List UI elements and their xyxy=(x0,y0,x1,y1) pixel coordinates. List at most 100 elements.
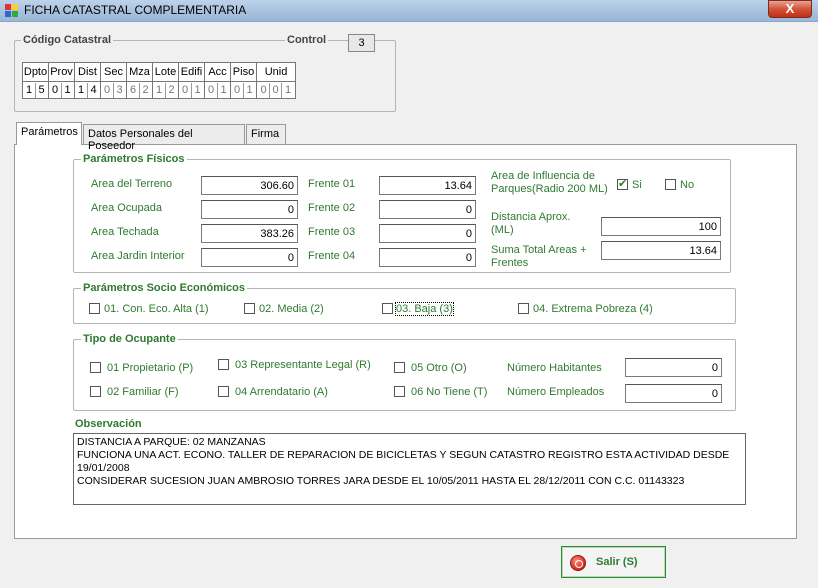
codigo-header-cell: Acc xyxy=(204,62,231,82)
frente02-label: Frente 02 xyxy=(308,202,356,214)
ocupante-arrendatario-label: 04 Arrendatario (A) xyxy=(235,386,328,398)
codigo-digit: 0 xyxy=(206,82,218,98)
area-ocupada-input[interactable]: 0 xyxy=(201,200,298,219)
codigo-header-cell: Dist xyxy=(74,62,101,82)
control-label: Control xyxy=(285,34,329,46)
codigo-digit-cell[interactable]: 001 xyxy=(256,81,296,99)
codigo-header-cell: Lote xyxy=(152,62,179,82)
numero-empleados-label: Número Empleados xyxy=(507,386,605,398)
tipo-ocupante-legend: Tipo de Ocupante xyxy=(81,333,178,345)
codigo-digit: 1 xyxy=(246,83,253,96)
distancia-label-2: (ML) xyxy=(491,224,514,236)
codigo-digit-cell[interactable]: 14 xyxy=(74,81,101,99)
codigo-digit: 0 xyxy=(50,82,62,98)
observacion-label: Observación xyxy=(75,418,142,430)
frente03-label: Frente 03 xyxy=(308,226,356,238)
influencia-label-2: Parques(Radio 200 ML) xyxy=(491,183,608,195)
area-techada-input[interactable]: 383.26 xyxy=(201,224,298,243)
frente01-input[interactable]: 13.64 xyxy=(379,176,476,195)
socio-economicos-legend: Parámetros Socio Económicos xyxy=(81,282,247,294)
observacion-line: CONSIDERAR SUCESION JUAN AMBROSIO TORRES… xyxy=(77,475,685,487)
codigo-digit: 2 xyxy=(168,83,175,96)
codigo-digit: 1 xyxy=(64,83,71,96)
si-label: Si xyxy=(632,179,642,191)
close-button[interactable]: X xyxy=(768,0,812,18)
observacion-textarea[interactable]: DISTANCIA A PARQUE: 02 MANZANAS FUNCIONA… xyxy=(73,433,746,505)
codigo-header-cell: Prov xyxy=(48,62,75,82)
area-terreno-label: Area del Terreno xyxy=(91,178,173,190)
codigo-digit: 3 xyxy=(116,83,123,96)
codigo-digit: 1 xyxy=(220,83,227,96)
area-ocupada-label: Area Ocupada xyxy=(91,202,162,214)
distancia-label: Distancia Aprox. xyxy=(491,211,571,223)
numero-habitantes-label: Número Habitantes xyxy=(507,362,602,374)
numero-empleados-input[interactable]: 0 xyxy=(625,384,722,403)
area-terreno-input[interactable]: 306.60 xyxy=(201,176,298,195)
no-checkbox[interactable] xyxy=(665,179,676,190)
codigo-digit-cell[interactable]: 62 xyxy=(126,81,153,99)
codigo-digit: 1 xyxy=(284,83,292,96)
tab-datos-personales[interactable]: Datos Personales del Poseedor xyxy=(83,124,245,152)
codigo-digit-cell[interactable]: 01 xyxy=(204,81,231,99)
ocupante-otro-checkbox[interactable] xyxy=(394,362,405,373)
codigo-digit-cell[interactable]: 01 xyxy=(178,81,205,99)
codigo-digit: 4 xyxy=(90,83,97,96)
codigo-digit-cell[interactable]: 15 xyxy=(22,81,49,99)
distancia-input[interactable]: 100 xyxy=(601,217,721,236)
salir-button[interactable]: Salir (S) xyxy=(561,546,666,578)
ocupante-no-tiene-checkbox[interactable] xyxy=(394,386,405,397)
suma-total-input[interactable]: 13.64 xyxy=(601,241,721,260)
observacion-line: FUNCIONA UNA ACT. ECONO. TALLER DE REPAR… xyxy=(77,449,730,461)
frente04-label: Frente 04 xyxy=(308,250,356,262)
app-icon xyxy=(5,4,19,18)
socio-extrema-checkbox[interactable] xyxy=(518,303,529,314)
frente03-input[interactable]: 0 xyxy=(379,224,476,243)
codigo-digit: 1 xyxy=(194,83,201,96)
codigo-digit: 0 xyxy=(258,82,270,98)
socio-alta-checkbox[interactable] xyxy=(89,303,100,314)
ocupante-representante-checkbox[interactable] xyxy=(218,359,229,370)
ocupante-arrendatario-checkbox[interactable] xyxy=(218,386,229,397)
no-label: No xyxy=(680,179,695,191)
frente01-label: Frente 01 xyxy=(308,178,356,190)
tab-firma[interactable]: Firma xyxy=(246,124,286,144)
codigo-digit: 5 xyxy=(38,83,45,96)
codigo-digit-cell[interactable]: 12 xyxy=(152,81,179,99)
suma-total-label: Suma Total Areas + xyxy=(491,244,587,256)
codigo-digit: 6 xyxy=(128,82,140,98)
codigo-digit: 0 xyxy=(232,82,244,98)
codigo-header-cell: Dpto xyxy=(22,62,49,82)
codigo-header-cell: Piso xyxy=(230,62,257,82)
socio-extrema-label: 04. Extrema Pobreza (4) xyxy=(533,303,653,315)
socio-alta-label: 01. Con. Eco. Alta (1) xyxy=(104,303,209,315)
frente02-input[interactable]: 0 xyxy=(379,200,476,219)
codigo-digit-cell[interactable]: 01 xyxy=(230,81,257,99)
codigo-header-cell: Edifi xyxy=(178,62,205,82)
area-jardin-input[interactable]: 0 xyxy=(201,248,298,267)
ocupante-familiar-checkbox[interactable] xyxy=(90,386,101,397)
influencia-label: Area de Influencia de xyxy=(491,170,595,182)
area-jardin-label: Area Jardin Interior xyxy=(91,250,185,262)
si-checkbox[interactable] xyxy=(617,177,628,190)
ocupante-propietario-checkbox[interactable] xyxy=(90,362,101,373)
area-techada-label: Area Techada xyxy=(91,226,159,238)
numero-habitantes-input[interactable]: 0 xyxy=(625,358,722,377)
ocupante-otro-label: 05 Otro (O) xyxy=(411,362,467,374)
codigo-digit-cell[interactable]: 03 xyxy=(100,81,127,99)
codigo-digit: 0 xyxy=(102,82,114,98)
observacion-line: 19/01/2008 xyxy=(77,462,130,474)
codigo-digit: 0 xyxy=(180,82,192,98)
socio-baja-checkbox[interactable] xyxy=(382,303,393,314)
codigo-header-cell: Mza xyxy=(126,62,153,82)
window-title: FICHA CATASTRAL COMPLEMENTARIA xyxy=(24,3,247,17)
codigo-digit-cell[interactable]: 01 xyxy=(48,81,75,99)
parametros-fisicos-legend: Parámetros Físicos xyxy=(81,153,187,165)
codigo-catastral-legend: Código Catastral xyxy=(21,34,114,46)
socio-media-checkbox[interactable] xyxy=(244,303,255,314)
observacion-line: DISTANCIA A PARQUE: 02 MANZANAS xyxy=(77,436,266,448)
codigo-digit: 1 xyxy=(76,82,88,98)
frente04-input[interactable]: 0 xyxy=(379,248,476,267)
socio-baja-label: 03. Baja (3) xyxy=(395,302,454,316)
tab-parametros[interactable]: Parámetros xyxy=(16,122,82,145)
ocupante-propietario-label: 01 Propietario (P) xyxy=(107,362,194,374)
